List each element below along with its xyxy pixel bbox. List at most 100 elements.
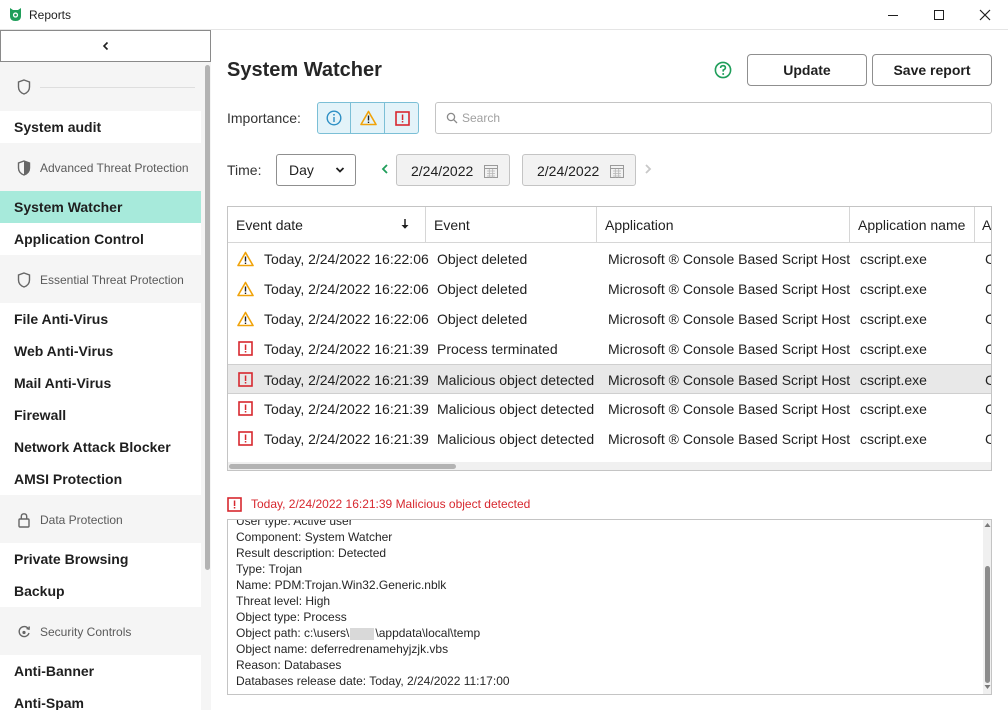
sidebar-item-application-control[interactable]: Application Control xyxy=(0,223,201,255)
cell-extra: C xyxy=(985,244,991,274)
column-header-label: Application name xyxy=(858,217,966,233)
sidebar-item-anti-spam[interactable]: Anti-Spam xyxy=(0,687,201,710)
date-from-field[interactable]: 2/24/2022 xyxy=(396,154,510,186)
sidebar-section-security-controls: Security Controls xyxy=(0,615,201,649)
help-icon[interactable] xyxy=(714,61,732,79)
column-header-extra[interactable]: A xyxy=(975,207,991,243)
sidebar-item-label: System Watcher xyxy=(14,199,123,215)
sidebar-item-label: Network Attack Blocker xyxy=(14,439,171,455)
table-row[interactable]: Today, 2/24/2022 16:21:39 Malicious objec… xyxy=(228,424,991,454)
refresh-shield-icon xyxy=(18,625,30,638)
column-header-application-name[interactable]: Application name xyxy=(850,207,975,243)
table-row[interactable]: Today, 2/24/2022 16:22:06 Object deleted M… xyxy=(228,274,991,304)
cell-application-name: cscript.exe xyxy=(860,401,927,417)
close-button[interactable] xyxy=(962,0,1008,30)
sidebar-item-network-attack-blocker[interactable]: Network Attack Blocker xyxy=(0,431,201,463)
table-horizontal-scrollbar-thumb[interactable] xyxy=(229,464,456,469)
search-input[interactable] xyxy=(462,103,982,133)
cell-application: Microsoft ® Console Based Script Host xyxy=(608,372,851,388)
sidebar-scrollbar-thumb[interactable] xyxy=(205,65,210,570)
cell-event-date: Today, 2/24/2022 16:21:39 xyxy=(264,431,429,447)
sidebar-item-amsi-protection[interactable]: AMSI Protection xyxy=(0,463,201,495)
sidebar-item-label: Private Browsing xyxy=(14,551,129,567)
sidebar-item-system-watcher[interactable]: System Watcher xyxy=(0,191,201,223)
object-path-suffix: \appdata\local\temp xyxy=(375,626,481,640)
shield-icon xyxy=(17,272,31,288)
cell-application-name: cscript.exe xyxy=(860,372,927,388)
sidebar-item-anti-banner[interactable]: Anti-Banner xyxy=(0,655,201,687)
event-details-panel[interactable]: User type: Active user Component: System… xyxy=(227,519,992,695)
column-header-label: Event date xyxy=(236,217,303,233)
table-row[interactable]: Today, 2/24/2022 16:21:39 Malicious objec… xyxy=(228,394,991,424)
cell-application-name: cscript.exe xyxy=(860,431,927,447)
sidebar-item-firewall[interactable]: Firewall xyxy=(0,399,201,431)
details-vertical-scrollbar[interactable] xyxy=(983,520,991,694)
sidebar-item-label: Anti-Banner xyxy=(14,663,95,679)
sidebar-section-essential-threat-protection: Essential Threat Protection xyxy=(0,263,201,297)
table-row[interactable]: Today, 2/24/2022 16:22:06 Object deleted M… xyxy=(228,244,991,274)
column-header-label: Event xyxy=(434,217,470,233)
cell-event: Malicious object detected xyxy=(437,401,595,417)
cell-application-name: cscript.exe xyxy=(860,251,927,267)
column-header-event[interactable]: Event xyxy=(426,207,597,243)
critical-icon xyxy=(227,496,242,512)
table-row[interactable]: Today, 2/24/2022 16:22:06 Object deleted M… xyxy=(228,304,991,334)
detail-line: Type: Trojan xyxy=(236,562,303,576)
table-horizontal-scrollbar[interactable] xyxy=(228,462,991,470)
importance-info-toggle[interactable] xyxy=(318,103,351,133)
column-header-label: Application xyxy=(605,217,674,233)
date-from-value: 2/24/2022 xyxy=(411,163,474,179)
update-button[interactable]: Update xyxy=(747,54,867,86)
cell-application-name: cscript.exe xyxy=(860,341,927,357)
column-header-event-date[interactable]: Event date xyxy=(228,207,426,243)
sort-descending-icon xyxy=(401,219,409,229)
calendar-icon[interactable] xyxy=(609,163,625,179)
sidebar-scrollbar[interactable] xyxy=(204,63,211,710)
sidebar-section-data-protection: Data Protection xyxy=(0,503,201,537)
sidebar-item-mail-anti-virus[interactable]: Mail Anti-Virus xyxy=(0,367,201,399)
table-row[interactable]: Today, 2/24/2022 16:21:39 Malicious objec… xyxy=(228,364,991,394)
table-row[interactable]: Today, 2/24/2022 16:21:39 Process termina… xyxy=(228,334,991,364)
details-vertical-scrollbar-thumb[interactable] xyxy=(985,566,990,683)
next-period-button[interactable] xyxy=(641,161,655,177)
save-report-button[interactable]: Save report xyxy=(872,54,992,86)
page-title: System Watcher xyxy=(227,59,382,81)
calendar-icon[interactable] xyxy=(483,163,499,179)
critical-icon xyxy=(395,110,410,126)
previous-period-button[interactable] xyxy=(378,161,392,177)
cell-event: Malicious object detected xyxy=(437,431,595,447)
cell-application: Microsoft ® Console Based Script Host xyxy=(608,401,851,417)
redacted-username xyxy=(350,627,375,640)
time-period-select[interactable]: Day xyxy=(276,154,356,186)
importance-critical-toggle[interactable] xyxy=(386,103,419,133)
window-title: Reports xyxy=(29,8,72,22)
scroll-up-arrow-icon[interactable] xyxy=(984,522,991,528)
lock-icon xyxy=(18,513,30,528)
sidebar-section-label: Security Controls xyxy=(40,625,132,639)
sidebar-item-web-anti-virus[interactable]: Web Anti-Virus xyxy=(0,335,201,367)
cell-extra: C xyxy=(985,424,991,454)
column-header-application[interactable]: Application xyxy=(597,207,850,243)
sidebar-item-private-browsing[interactable]: Private Browsing xyxy=(0,543,201,575)
shield-icon xyxy=(17,79,31,95)
sidebar-collapse-button[interactable] xyxy=(0,30,211,62)
time-label: Time: xyxy=(227,162,262,178)
importance-filter xyxy=(317,102,419,134)
maximize-button[interactable] xyxy=(916,0,962,30)
sidebar-item-file-anti-virus[interactable]: File Anti-Virus xyxy=(0,303,201,335)
cell-event-date: Today, 2/24/2022 16:21:39 xyxy=(264,341,429,357)
sidebar-item-label: Firewall xyxy=(14,407,67,423)
importance-warning-toggle[interactable] xyxy=(352,103,385,133)
minimize-button[interactable] xyxy=(870,0,916,30)
detail-line: User type: Active user xyxy=(236,519,353,528)
cell-extra: C xyxy=(985,394,991,424)
sidebar-item-label: File Anti-Virus xyxy=(14,311,109,327)
sidebar-item-backup[interactable]: Backup xyxy=(0,575,201,607)
detail-line: Object type: Process xyxy=(236,610,347,624)
scroll-down-arrow-icon[interactable] xyxy=(984,684,991,690)
close-icon xyxy=(979,9,991,21)
sidebar-item-system-audit[interactable]: System audit xyxy=(0,111,201,143)
details-heading-text: Today, 2/24/2022 16:21:39 Malicious obje… xyxy=(251,497,531,511)
date-to-field[interactable]: 2/24/2022 xyxy=(522,154,636,186)
detail-line: Result description: Detected xyxy=(236,546,387,560)
